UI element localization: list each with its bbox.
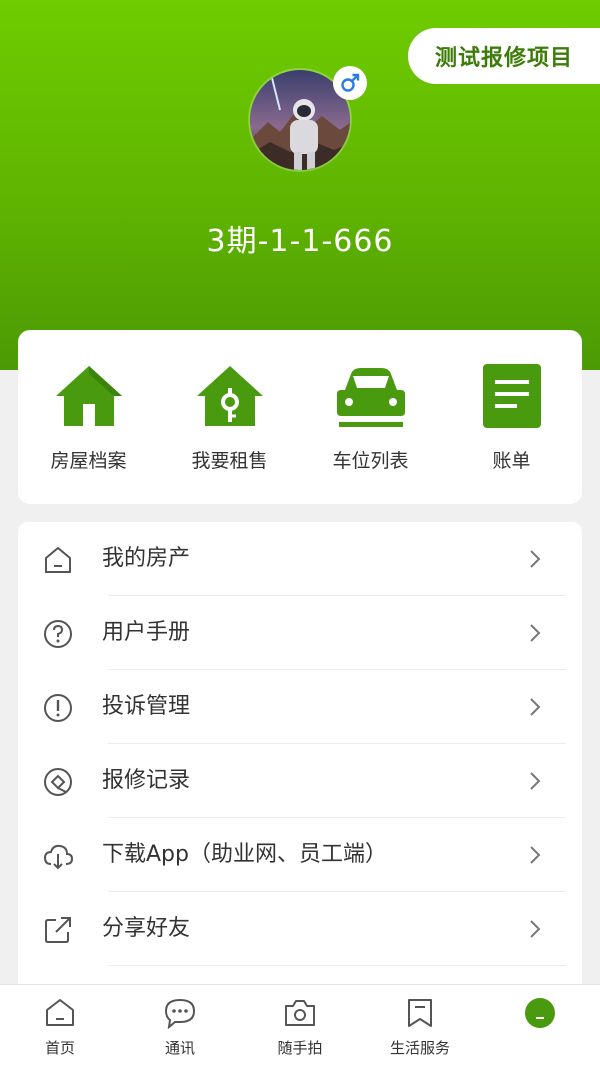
profile-tab-icon: [522, 995, 558, 1031]
quick-action-rent-sell[interactable]: 我要租售: [159, 330, 300, 504]
quick-action-bill[interactable]: 账单: [441, 330, 582, 504]
tab-label: 通讯: [164, 1039, 195, 1057]
chevron-right-icon: [530, 698, 541, 716]
bill-icon: [476, 360, 548, 432]
quick-action-label: 账单: [492, 450, 531, 472]
house-key-icon: [194, 360, 266, 432]
divider: [108, 965, 566, 966]
chat-icon: [162, 995, 198, 1031]
gender-male-badge: [333, 66, 367, 100]
menu-item-label: 分享好友: [102, 916, 191, 941]
menu-item-label: 我的房产: [102, 546, 191, 571]
menu-item-repair-records[interactable]: 报修记录: [18, 744, 582, 818]
exclamation-circle-icon: [44, 694, 72, 722]
menu-item-share-friends[interactable]: 分享好友: [18, 892, 582, 966]
chevron-right-icon: [530, 920, 541, 938]
bookmark-icon: [402, 995, 438, 1031]
chevron-right-icon: [530, 772, 541, 790]
menu-item-label: 下载App（助业网、员工端）: [102, 842, 387, 867]
menu-item-user-manual[interactable]: 用户手册: [18, 596, 582, 670]
house-icon: [53, 360, 125, 432]
bottom-tab-bar: 首页 通讯 随手拍 生活服务: [0, 984, 600, 1068]
tab-label: 随手拍: [277, 1039, 323, 1057]
menu-item-complaint-management[interactable]: 投诉管理: [18, 670, 582, 744]
settings-menu: 我的房产 用户手册 投诉管理 报修记录 下载App（助业网、员工端） 分享好友: [18, 522, 582, 992]
home-outline-icon: [45, 547, 71, 573]
menu-item-label: 报修记录: [102, 768, 191, 793]
menu-item-my-property[interactable]: 我的房产: [18, 522, 582, 596]
share-icon: [45, 917, 71, 943]
male-icon: [341, 73, 360, 92]
test-repair-project-button[interactable]: 测试报修项目: [408, 28, 600, 84]
quick-action-label: 房屋档案: [50, 450, 127, 472]
menu-item-label: 用户手册: [102, 620, 191, 645]
quick-action-label: 我要租售: [191, 450, 268, 472]
car-icon: [335, 360, 407, 432]
tab-label: 生活服务: [389, 1039, 450, 1057]
home-tab-icon: [42, 995, 78, 1031]
tab-life-services[interactable]: 生活服务: [360, 985, 480, 1068]
quick-action-house-archive[interactable]: 房屋档案: [18, 330, 159, 504]
quick-actions-card: 房屋档案 我要租售 车位列表 账单: [18, 330, 582, 504]
quick-action-label: 车位列表: [332, 450, 409, 472]
repair-record-icon: [44, 768, 72, 796]
question-circle-icon: [44, 620, 72, 648]
tab-snapshot[interactable]: 随手拍: [240, 985, 360, 1068]
room-number: 3期-1-1-666: [206, 224, 394, 259]
chevron-right-icon: [530, 846, 541, 864]
quick-action-parking-list[interactable]: 车位列表: [300, 330, 441, 504]
tab-messages[interactable]: 通讯: [120, 985, 240, 1068]
chevron-right-icon: [530, 550, 541, 568]
menu-item-label: 投诉管理: [102, 694, 191, 719]
chevron-right-icon: [530, 624, 541, 642]
tab-label: 首页: [44, 1039, 75, 1057]
tab-profile[interactable]: [480, 985, 600, 1068]
tab-home[interactable]: 首页: [0, 985, 120, 1068]
cloud-download-icon: [43, 844, 74, 870]
menu-item-download-app[interactable]: 下载App（助业网、员工端）: [18, 818, 582, 892]
camera-icon: [282, 995, 318, 1031]
